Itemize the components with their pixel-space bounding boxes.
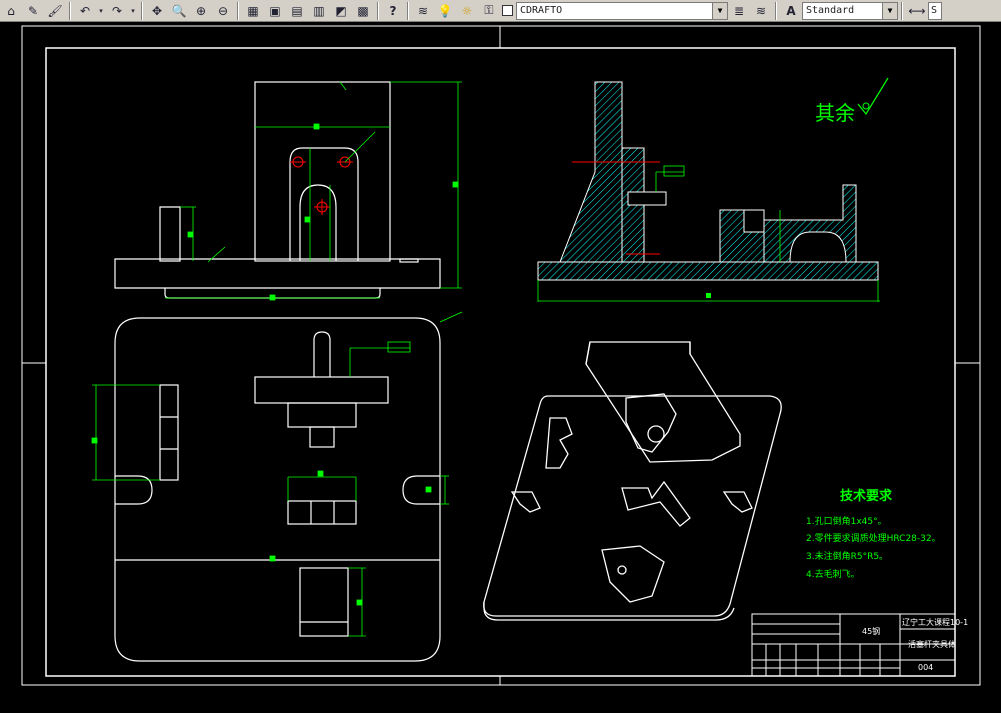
layer-color-swatch[interactable] — [502, 5, 513, 16]
help-icon[interactable]: ? — [383, 1, 403, 21]
calculator-icon[interactable]: ▩ — [353, 1, 373, 21]
tech-item: 2.零件要求调质处理HRC28-32。 — [806, 532, 941, 544]
toolbar-separator — [377, 1, 379, 20]
bulb-icon[interactable]: 💡 — [435, 1, 455, 21]
paint-brush-icon[interactable]: 🖌 — [45, 1, 65, 21]
dimension-style-icon[interactable]: ⟷ — [907, 1, 927, 21]
toolbar-separator — [901, 1, 903, 20]
match-properties-icon[interactable]: ✎ — [23, 1, 43, 21]
material: 45钢 — [862, 626, 880, 636]
undo-icon[interactable]: ↶ — [75, 1, 95, 21]
tool-palettes-icon[interactable]: ▤ — [287, 1, 307, 21]
freeze-icon[interactable]: ☼ — [457, 1, 477, 21]
layer-manager-icon[interactable]: ≋ — [413, 1, 433, 21]
tech-item: 4.去毛刺飞。 — [806, 568, 860, 580]
drawing-number: 004 — [918, 663, 933, 672]
make-layer-current-icon[interactable]: ≣ — [729, 1, 749, 21]
zoom-window-icon[interactable]: ⊕ — [191, 1, 211, 21]
sheet-set-icon[interactable]: ▥ — [309, 1, 329, 21]
toolbar-separator — [407, 1, 409, 20]
properties-icon[interactable]: ▦ — [243, 1, 263, 21]
dimension-style-name: S — [931, 5, 938, 16]
layer-previous-icon[interactable]: ≋ — [751, 1, 771, 21]
dimension-style-dropdown[interactable]: S — [928, 1, 942, 20]
drawing-svg[interactable]: 其余 技术要求 1.孔口倒角1x45°。 2.零件要求调质处理HRC28-32。… — [0, 22, 1001, 713]
design-center-icon[interactable]: ▣ — [265, 1, 285, 21]
layer-name: CDRAFTO — [520, 5, 563, 16]
roughness-note-text: 其余 — [815, 101, 855, 125]
chevron-down-icon[interactable]: ▼ — [882, 2, 897, 19]
layer-dropdown[interactable]: CDRAFTO ▼ — [516, 1, 728, 20]
toolbar-separator — [775, 1, 777, 20]
toolbar-separator — [141, 1, 143, 20]
text-style-dropdown[interactable]: Standard ▼ — [802, 1, 898, 20]
markup-icon[interactable]: ◩ — [331, 1, 351, 21]
tech-item: 3.未注倒角R5°R5。 — [806, 550, 888, 562]
text-style-icon[interactable]: A — [781, 1, 801, 21]
toolbar-separator — [237, 1, 239, 20]
pan-icon[interactable]: ✥ — [147, 1, 167, 21]
redo-icon[interactable]: ↷ — [107, 1, 127, 21]
text-style-name: Standard — [806, 5, 855, 16]
undo-dropdown-icon[interactable]: ▾ — [97, 1, 105, 21]
toolbar-separator — [69, 1, 71, 20]
open-icon[interactable]: ⌂ — [1, 1, 21, 21]
redo-dropdown-icon[interactable]: ▾ — [129, 1, 137, 21]
tech-title: 技术要求 — [840, 488, 893, 504]
drawing-canvas[interactable]: 其余 技术要求 1.孔口倒角1x45°。 2.零件要求调质处理HRC28-32。… — [0, 22, 1001, 713]
part-name: 活塞杆夹具体 — [908, 639, 956, 649]
lock-icon[interactable]: ⚿ — [479, 1, 499, 21]
zoom-previous-icon[interactable]: ⊖ — [213, 1, 233, 21]
chevron-down-icon[interactable]: ▼ — [712, 2, 727, 19]
school-name: 辽宁工大课程10-1 — [902, 617, 968, 627]
standard-toolbar: ⌂ ✎ 🖌 ↶ ▾ ↷ ▾ ✥ 🔍 ⊕ ⊖ ▦ ▣ ▤ ▥ ◩ ▩ ? ≋ 💡 … — [0, 0, 1001, 22]
zoom-realtime-icon[interactable]: 🔍 — [169, 1, 189, 21]
tech-item: 1.孔口倒角1x45°。 — [806, 515, 887, 527]
